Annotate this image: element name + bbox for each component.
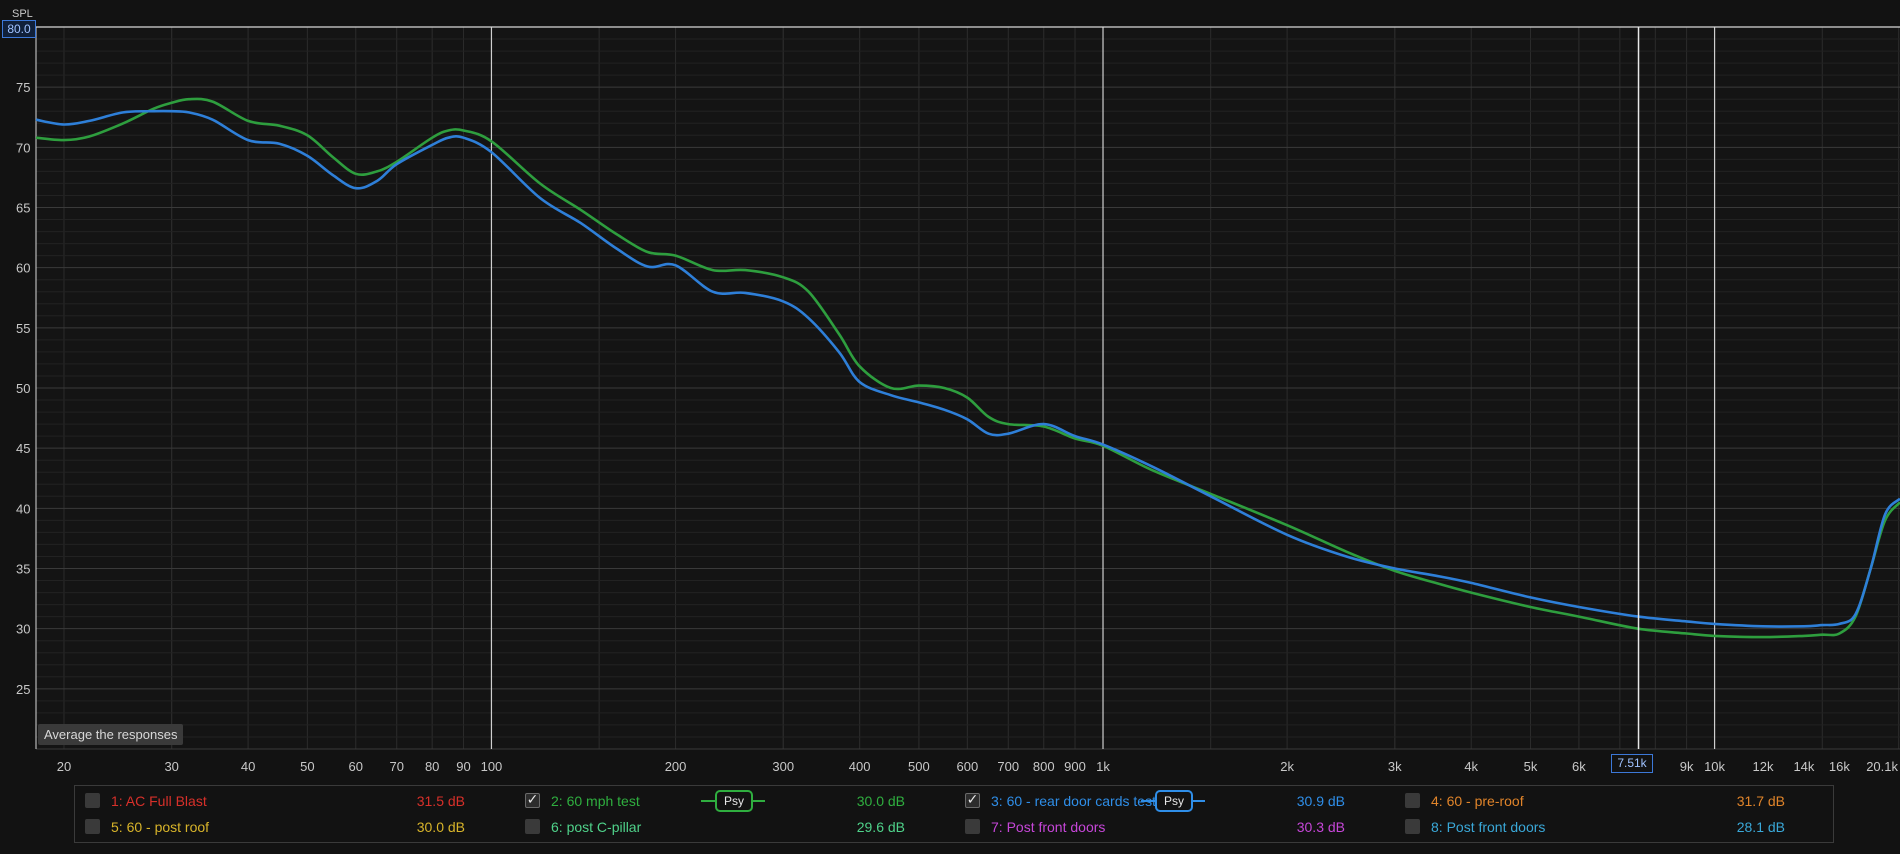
legend-checkbox[interactable]: ✓ [965, 793, 980, 808]
legend-name: 8: Post front doors [1431, 819, 1546, 835]
psy-label: Psy [715, 790, 753, 812]
y-tick-label: 45 [16, 441, 30, 456]
legend-row-1: 1: AC Full Blast 31.5 dB ✓ 2: 60 mph test Ps… [75, 788, 1833, 814]
x-tick-label: 16k [1829, 759, 1850, 774]
legend-checkbox[interactable] [1405, 793, 1420, 808]
x-tick-label: 1k [1096, 759, 1110, 774]
x-tick-label: 20.1k [1866, 759, 1898, 774]
psy-label: Psy [1155, 790, 1193, 812]
legend-name: 1: AC Full Blast [111, 793, 207, 809]
x-tick-label: 30 [164, 759, 178, 774]
y-tick-label: 70 [16, 140, 30, 155]
x-tick-label: 600 [956, 759, 978, 774]
y-tick-label: 40 [16, 501, 30, 516]
legend-item[interactable]: 6: post C-pillar 29.6 dB [515, 814, 935, 840]
x-tick-label: 80 [425, 759, 439, 774]
x-tick-label: 300 [772, 759, 794, 774]
x-tick-label: 12k [1753, 759, 1774, 774]
y-axis-ticks: 25 30 35 40 45 50 55 60 65 70 75 [16, 80, 30, 697]
y-tick-label: 35 [16, 562, 30, 577]
legend-name: 5: 60 - post roof [111, 819, 210, 835]
x-tick-label: 10k [1704, 759, 1725, 774]
y-cursor-value-badge[interactable]: 80.0 [2, 20, 36, 38]
x-tick-label: 200 [665, 759, 687, 774]
legend-value: 30.3 dB [1296, 819, 1345, 835]
legend-row-2: 5: 60 - post roof 30.0 dB 6: post C-pillar… [75, 814, 1833, 840]
x-tick-label: 6k [1572, 759, 1586, 774]
legend-value: 30.0 dB [416, 819, 465, 835]
frequency-response-chart[interactable]: 25 30 35 40 45 50 55 60 65 70 75 20 30 40 50 60 70 80 90 1… [0, 0, 1900, 854]
x-tick-label: 700 [997, 759, 1019, 774]
legend-name: 6: post C-pillar [551, 819, 642, 835]
x-tick-label: 900 [1064, 759, 1086, 774]
x-tick-label: 3k [1388, 759, 1402, 774]
legend-checkbox[interactable] [85, 819, 100, 834]
average-responses-tooltip: Average the responses [38, 724, 184, 745]
x-tick-label: 400 [849, 759, 871, 774]
x-tick-label: 2k [1280, 759, 1294, 774]
x-tick-label: 5k [1524, 759, 1538, 774]
legend-name: 3: 60 - rear door cards test [991, 793, 1156, 809]
legend-item[interactable]: ✓ 3: 60 - rear door cards test Psy 30.9 dB [955, 788, 1375, 814]
x-tick-label: 14k [1793, 759, 1814, 774]
x-tick-label: 70 [389, 759, 403, 774]
legend-value: 28.1 dB [1736, 819, 1785, 835]
legend-checkbox[interactable] [85, 793, 100, 808]
legend-item[interactable]: 4: 60 - pre-roof 31.7 dB [1395, 788, 1815, 814]
y-axis-label: SPL [12, 8, 33, 20]
psy-smoothing-indicator[interactable]: Psy [701, 790, 765, 812]
legend-name: 7: Post front doors [991, 819, 1106, 835]
legend-item[interactable]: 5: 60 - post roof 30.0 dB [75, 814, 495, 840]
x-tick-label: 500 [908, 759, 930, 774]
legend-item[interactable]: 7: Post front doors 30.3 dB [955, 814, 1375, 840]
legend-item[interactable]: 8: Post front doors 28.1 dB [1395, 814, 1815, 840]
y-tick-label: 55 [16, 321, 30, 336]
legend-checkbox[interactable] [965, 819, 980, 834]
y-tick-label: 60 [16, 261, 30, 276]
legend-checkbox[interactable] [1405, 819, 1420, 834]
legend-value: 29.6 dB [856, 819, 905, 835]
x-tick-label: 50 [300, 759, 314, 774]
legend-item[interactable]: ✓ 2: 60 mph test Psy 30.0 dB [515, 788, 935, 814]
x-tick-label: 9k [1680, 759, 1694, 774]
legend-checkbox[interactable]: ✓ [525, 793, 540, 808]
legend-name: 2: 60 mph test [551, 793, 640, 809]
y-tick-label: 25 [16, 682, 30, 697]
legend-value: 30.0 dB [856, 793, 905, 809]
y-tick-label: 30 [16, 622, 30, 637]
x-tick-label: 40 [241, 759, 255, 774]
legend-item[interactable]: 1: AC Full Blast 31.5 dB [75, 788, 495, 814]
legend-panel: 1: AC Full Blast 31.5 dB ✓ 2: 60 mph test Ps… [74, 785, 1834, 843]
y-tick-label: 65 [16, 201, 30, 216]
x-tick-label: 4k [1464, 759, 1478, 774]
legend-value: 31.5 dB [416, 793, 465, 809]
legend-checkbox[interactable] [525, 819, 540, 834]
x-tick-label: 90 [456, 759, 470, 774]
x-tick-label: 800 [1033, 759, 1055, 774]
x-cursor-value-badge[interactable]: 7.51k [1611, 754, 1653, 773]
psy-smoothing-indicator[interactable]: Psy [1141, 790, 1205, 812]
x-tick-label: 60 [349, 759, 363, 774]
y-tick-label: 75 [16, 80, 30, 95]
legend-value: 31.7 dB [1736, 793, 1785, 809]
y-tick-label: 50 [16, 381, 30, 396]
legend-value: 30.9 dB [1296, 793, 1345, 809]
x-tick-label: 20 [57, 759, 71, 774]
x-tick-label: 100 [481, 759, 503, 774]
legend-name: 4: 60 - pre-roof [1431, 793, 1524, 809]
